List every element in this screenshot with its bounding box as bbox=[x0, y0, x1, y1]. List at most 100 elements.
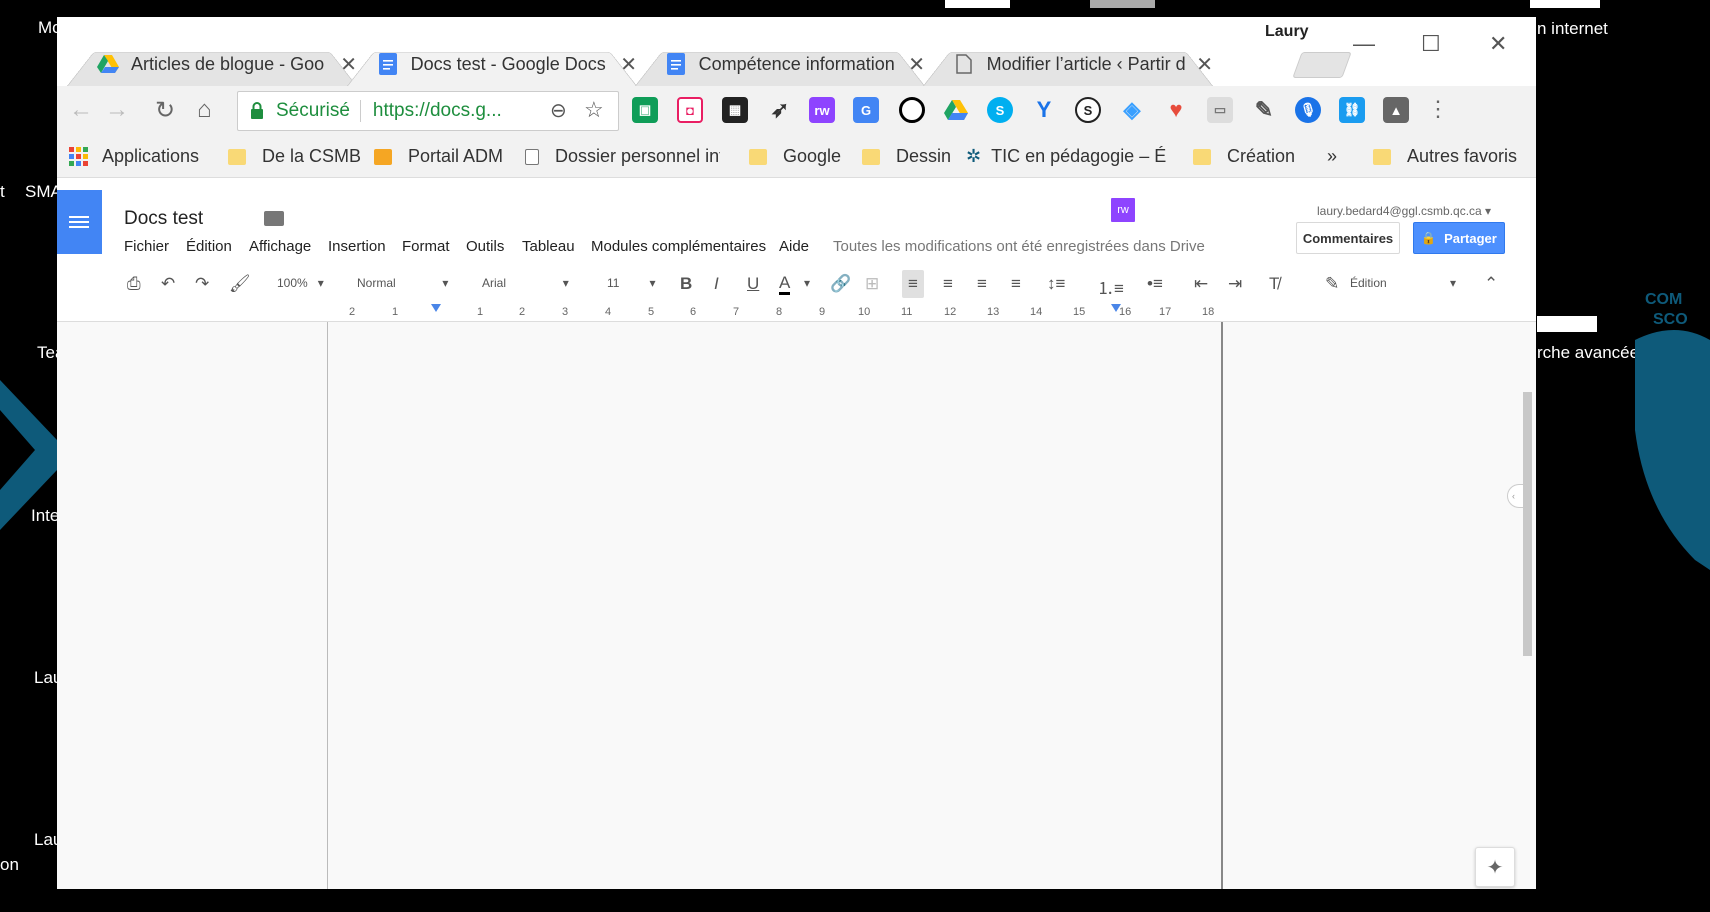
read-write-addon-icon[interactable]: rw bbox=[1109, 196, 1137, 224]
close-window-button[interactable]: ✕ bbox=[1489, 31, 1507, 57]
chevron-down-icon[interactable]: ▾ bbox=[1450, 276, 1456, 290]
menu-edition[interactable]: Édition bbox=[186, 238, 232, 255]
menu-fichier[interactable]: Fichier bbox=[124, 238, 169, 255]
reload-icon[interactable]: ↻ bbox=[155, 96, 175, 125]
bookmark-portail-adm[interactable]: Portail ADM bbox=[374, 146, 503, 167]
text-color-icon[interactable]: A bbox=[779, 274, 791, 295]
back-arrow-icon[interactable]: ← bbox=[69, 96, 93, 124]
bulleted-list-icon[interactable]: •≡ bbox=[1147, 274, 1163, 294]
menu-affichage[interactable]: Affichage bbox=[249, 238, 311, 255]
bookmark-tic-pedagogie[interactable]: ✲ TIC en pédagogie – É bbox=[966, 146, 1176, 167]
folder-icon[interactable] bbox=[264, 211, 284, 226]
add-comment-icon[interactable]: ⊞ bbox=[865, 274, 879, 294]
menu-aide[interactable]: Aide bbox=[779, 238, 809, 255]
apps-grid-icon bbox=[69, 147, 88, 166]
align-center-icon[interactable]: ≡ bbox=[943, 274, 953, 294]
bookmark-creation[interactable]: Création bbox=[1193, 146, 1295, 167]
forward-arrow-icon[interactable]: → bbox=[105, 96, 129, 124]
screencastify-icon[interactable]: ◘ bbox=[677, 97, 703, 123]
align-right-icon[interactable]: ≡ bbox=[977, 274, 987, 294]
font-size-select[interactable]: 11 ▾ bbox=[607, 276, 656, 290]
bookmark-csmb[interactable]: De la CSMB bbox=[228, 146, 361, 167]
share-button[interactable]: 🔒 Partager bbox=[1413, 222, 1505, 254]
scrollbar-thumb[interactable] bbox=[1523, 392, 1532, 656]
print-icon[interactable]: ⎙ bbox=[127, 274, 141, 294]
bookmark-applications[interactable]: Applications bbox=[69, 146, 199, 167]
svg-text:SCO: SCO bbox=[1653, 311, 1688, 328]
google-translate-icon[interactable]: G bbox=[853, 97, 879, 123]
link-icon[interactable]: ⛓ bbox=[1339, 97, 1365, 123]
google-drive-extension-icon[interactable] bbox=[943, 97, 969, 123]
bookmarks-overflow-button[interactable]: » bbox=[1327, 146, 1337, 167]
google-docs-icon bbox=[377, 53, 399, 75]
tab-articles-blogue[interactable]: Articles de blogue - Goo ✕ bbox=[67, 42, 357, 86]
microphone-icon[interactable]: 🎙 bbox=[1295, 97, 1321, 123]
speech-bubble-icon[interactable]: S bbox=[1075, 97, 1101, 123]
redo-icon[interactable]: ↷ bbox=[195, 274, 209, 294]
align-justify-icon[interactable]: ≡ bbox=[1011, 274, 1021, 294]
clear-formatting-icon[interactable]: T̸ bbox=[1269, 274, 1279, 294]
bookmark-star-icon[interactable]: ☆ bbox=[584, 97, 604, 123]
diamond-icon[interactable]: ◈ bbox=[1119, 97, 1145, 123]
undo-icon[interactable]: ↶ bbox=[161, 274, 175, 294]
indent-marker-icon[interactable] bbox=[431, 304, 441, 312]
web-store-icon[interactable]: ▭ bbox=[1207, 97, 1233, 123]
address-bar[interactable]: Sécurisé https://docs.g... ⊖ ☆ bbox=[237, 91, 619, 131]
drive-image-icon[interactable]: ▲ bbox=[1383, 97, 1409, 123]
url-text[interactable]: https://docs.g... bbox=[373, 100, 502, 122]
insert-link-icon[interactable]: 🔗 bbox=[830, 274, 851, 294]
close-tab-icon[interactable]: ✕ bbox=[1196, 52, 1213, 77]
numbered-list-icon[interactable]: ⒈≡ bbox=[1097, 274, 1124, 299]
menu-outils[interactable]: Outils bbox=[466, 238, 504, 255]
explore-button[interactable]: ✦ bbox=[1475, 847, 1515, 887]
zoom-icon[interactable]: ⊖ bbox=[550, 98, 567, 123]
more-menu-icon[interactable]: ⋮ bbox=[1427, 96, 1449, 122]
menu-format[interactable]: Format bbox=[402, 238, 450, 255]
collapse-menu-icon[interactable]: ⌃ bbox=[1484, 274, 1498, 294]
skype-icon[interactable]: S bbox=[987, 97, 1013, 123]
underline-icon[interactable]: U bbox=[747, 274, 759, 294]
comments-button[interactable]: Commentaires bbox=[1296, 222, 1400, 254]
new-tab-button[interactable] bbox=[1292, 52, 1352, 78]
align-left-icon[interactable]: ≡ bbox=[902, 270, 924, 298]
bookmark-google[interactable]: Google bbox=[749, 146, 841, 167]
minimize-button[interactable]: — bbox=[1353, 31, 1375, 57]
ruler-number: 14 bbox=[1030, 306, 1043, 318]
side-panel-toggle-icon[interactable]: ‹ bbox=[1507, 484, 1523, 508]
italic-icon[interactable]: I bbox=[714, 274, 719, 294]
style-select[interactable]: Normal ▾ bbox=[357, 276, 448, 290]
docs-logo-icon[interactable] bbox=[57, 190, 102, 254]
decrease-indent-icon[interactable]: ⇤ bbox=[1194, 274, 1208, 294]
bookmark-dossier-personnel[interactable]: Dossier personnel inf bbox=[525, 146, 720, 167]
lock-icon bbox=[250, 102, 264, 119]
bookmark-autres-favoris[interactable]: Autres favoris bbox=[1373, 146, 1517, 167]
mode-select[interactable]: Édition bbox=[1350, 276, 1387, 290]
account-email[interactable]: laury.bedard4@ggl.csmb.qc.ca ▾ bbox=[1317, 204, 1491, 218]
font-select[interactable]: Arial ▾ bbox=[482, 276, 569, 290]
maximize-button[interactable]: ☐ bbox=[1421, 31, 1441, 57]
paint-format-icon[interactable]: 🖌 bbox=[229, 274, 251, 294]
bold-icon[interactable]: B bbox=[680, 274, 692, 294]
line-spacing-icon[interactable]: ↕≡ bbox=[1047, 274, 1065, 294]
eyedropper-icon[interactable]: ✎ bbox=[1251, 97, 1277, 123]
zoom-select[interactable]: 100% ▾ bbox=[277, 276, 324, 290]
circle-extension-icon[interactable] bbox=[899, 97, 925, 123]
increase-indent-icon[interactable]: ⇥ bbox=[1228, 274, 1242, 294]
bookmark-dessin[interactable]: Dessin bbox=[862, 146, 951, 167]
heart-icon[interactable]: ♥ bbox=[1163, 97, 1189, 123]
rocket-icon[interactable]: ➶ bbox=[767, 97, 793, 123]
tab-docs-test[interactable]: Docs test - Google Docs ✕ bbox=[347, 42, 637, 86]
document-title[interactable]: Docs test bbox=[124, 208, 203, 230]
document-page[interactable] bbox=[327, 322, 1223, 889]
chevron-down-icon[interactable]: ▾ bbox=[804, 276, 810, 290]
read-write-icon[interactable]: rw bbox=[809, 97, 835, 123]
tab-competence-information[interactable]: Compétence information ✕ bbox=[635, 42, 925, 86]
ruler[interactable]: 2 1 1 2 3 4 5 6 7 8 9 10 11 12 13 14 15 … bbox=[57, 302, 1536, 322]
y-extension-icon[interactable]: Y bbox=[1031, 97, 1057, 123]
menu-insertion[interactable]: Insertion bbox=[328, 238, 386, 255]
google-classroom-icon[interactable]: ▣ bbox=[632, 97, 658, 123]
menu-modules-complementaires[interactable]: Modules complémentaires bbox=[591, 238, 766, 255]
film-icon[interactable]: ▦ bbox=[722, 97, 748, 123]
home-icon[interactable]: ⌂ bbox=[197, 96, 212, 124]
tab-modifier-article[interactable]: Modifier l’article ‹ Partir d ✕ bbox=[923, 42, 1213, 86]
